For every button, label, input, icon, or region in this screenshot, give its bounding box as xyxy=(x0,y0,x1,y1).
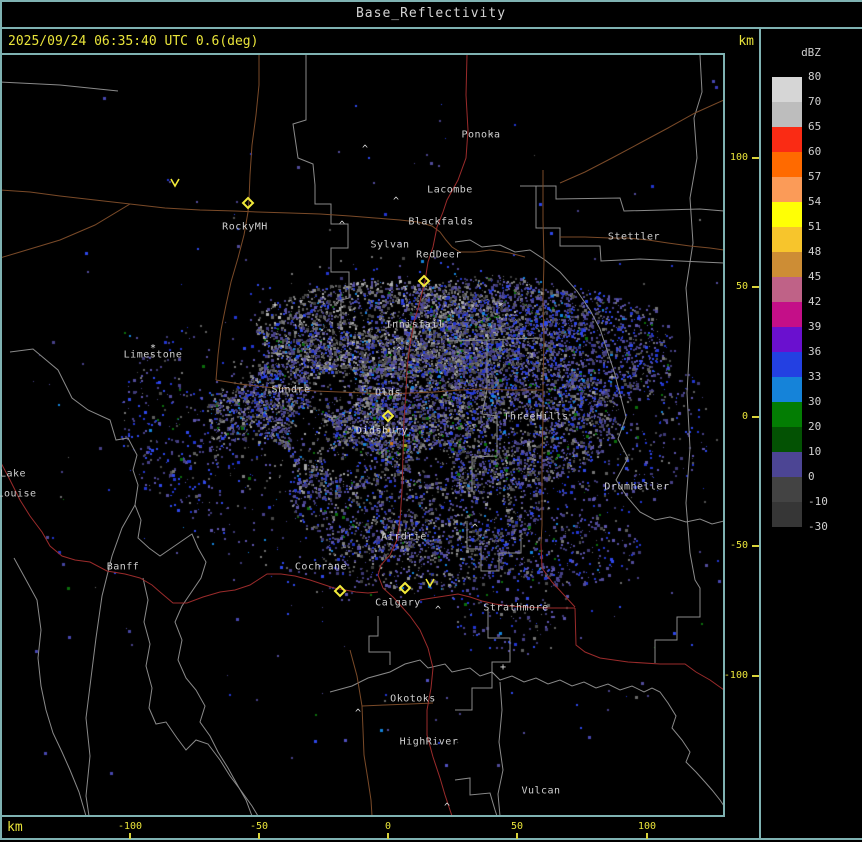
colorbar-tick-label: 10 xyxy=(808,445,822,458)
point-marker-icon: + xyxy=(500,662,506,673)
colorbar-swatch xyxy=(772,77,802,102)
colorbar-swatch xyxy=(772,127,802,152)
map-markers: * * ^ ^ ^ ^ ^ ^ ^ ^ + + + + xyxy=(150,144,615,813)
colorbar-swatch xyxy=(772,402,802,427)
colorbar-tick-label: 45 xyxy=(808,270,822,283)
right-axis-tick-label: 0 xyxy=(741,411,748,422)
colorbar-title: dBZ xyxy=(801,46,821,59)
right-axis-tick-mark xyxy=(752,286,759,288)
titlebar-separator xyxy=(0,27,862,29)
colorbar-tick-label: 42 xyxy=(808,295,822,308)
right-axis-tick-mark xyxy=(752,416,759,418)
bottom-axis-tick-label: 100 xyxy=(637,821,657,832)
colorbar-tick-label: 48 xyxy=(808,245,822,258)
point-marker-icon: ^ xyxy=(393,196,399,207)
right-axis-tick-mark xyxy=(752,157,759,159)
point-marker-icon: ^ xyxy=(339,220,345,231)
plot-border-top xyxy=(0,53,724,55)
colorbar-swatch xyxy=(772,177,802,202)
point-marker-icon: ^ xyxy=(355,708,361,719)
right-axis-tick-mark xyxy=(752,675,759,677)
colorbar-swatch xyxy=(772,377,802,402)
colorbar-tick-label: 0 xyxy=(808,470,815,483)
right-axis-unit-label: km xyxy=(738,34,754,49)
window-border-left xyxy=(0,0,2,840)
colorbar-swatch xyxy=(772,352,802,377)
map-boundary-and-road-lines xyxy=(2,55,724,816)
colorbar-swatch xyxy=(772,202,802,227)
bottom-axis-tick-label: 0 xyxy=(384,821,392,832)
colorbar-tick-label: -10 xyxy=(808,495,828,508)
colorbar-tick-label: 80 xyxy=(808,70,822,83)
window-border-bottom xyxy=(0,838,862,840)
bottom-axis-unit-label: km xyxy=(7,820,23,835)
point-marker-icon: ^ xyxy=(435,605,441,616)
colorbar-tick-label: 65 xyxy=(808,120,822,133)
colorbar-swatch xyxy=(772,302,802,327)
colorbar-swatch xyxy=(772,277,802,302)
radar-app-window: * * ^ ^ ^ ^ ^ ^ ^ ^ + + + + Base_Reflectivity 2025/09… xyxy=(0,0,862,842)
point-marker-icon: * xyxy=(150,343,156,354)
right-axis-tick-label: 50 xyxy=(735,281,748,292)
plot-border-right xyxy=(723,53,725,817)
colorbar-panel-divider xyxy=(759,28,761,838)
colorbar-swatch xyxy=(772,102,802,127)
colorbar-tick-label: 33 xyxy=(808,370,822,383)
point-marker-icon: ^ xyxy=(396,346,402,357)
radar-site-diamond-icon xyxy=(381,409,395,423)
colorbar-swatch xyxy=(772,227,802,252)
point-marker-icon: ^ xyxy=(362,144,368,155)
bottom-axis-tick-label: -50 xyxy=(249,821,269,832)
colorbar-tick-label: 57 xyxy=(808,170,822,183)
colorbar-swatch xyxy=(772,477,802,502)
colorbar-swatch xyxy=(772,502,802,527)
colorbar-swatch xyxy=(772,152,802,177)
page-title: Base_Reflectivity xyxy=(355,6,507,21)
colorbar-tick-label: 70 xyxy=(808,95,822,108)
scan-timestamp: 2025/09/24 06:35:40 UTC 0.6(deg) xyxy=(8,34,259,49)
radar-site-diamond-icon xyxy=(398,581,412,595)
colorbar-tick-label: 51 xyxy=(808,220,822,233)
colorbar-tick-label: 36 xyxy=(808,345,822,358)
colorbar-tick-label: -30 xyxy=(808,520,828,533)
colorbar-swatch xyxy=(772,452,802,477)
colorbar-swatch xyxy=(772,427,802,452)
colorbar-swatch xyxy=(772,252,802,277)
colorbar-tick-label: 60 xyxy=(808,145,822,158)
right-axis-tick-mark xyxy=(752,545,759,547)
window-border-top xyxy=(0,0,862,2)
colorbar-tick-label: 39 xyxy=(808,320,822,333)
map-overlay-svg: * * ^ ^ ^ ^ ^ ^ ^ ^ + + + + xyxy=(2,55,724,816)
point-marker-icon: + xyxy=(353,400,359,411)
plot-border-bottom xyxy=(0,815,725,817)
point-marker-icon: * xyxy=(498,301,504,312)
point-marker-icon: + xyxy=(609,372,615,383)
right-axis-tick-label: -50 xyxy=(729,540,748,551)
colorbar-swatch xyxy=(772,327,802,352)
arrow-down-icon xyxy=(425,578,435,588)
radar-site-diamond-icon xyxy=(333,584,347,598)
bottom-axis-tick-label: 50 xyxy=(510,821,524,832)
point-marker-icon: ^ xyxy=(472,523,478,534)
point-marker-icon: ^ xyxy=(444,802,450,813)
colorbar-tick-label: 20 xyxy=(808,420,822,433)
colorbar-tick-label: 30 xyxy=(808,395,822,408)
right-axis-tick-label: -100 xyxy=(723,670,748,681)
right-axis-tick-label: 100 xyxy=(729,152,748,163)
colorbar-tick-label: 54 xyxy=(808,195,822,208)
arrow-down-icon xyxy=(170,178,180,188)
point-marker-icon: + xyxy=(272,300,278,311)
bottom-axis-tick-label: -100 xyxy=(117,821,143,832)
